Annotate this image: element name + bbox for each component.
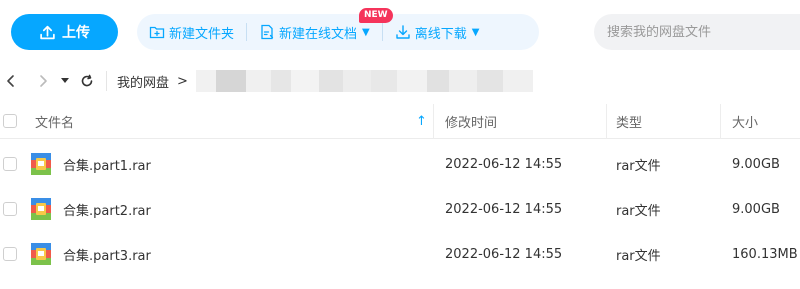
search-input[interactable] [607,24,787,40]
new-online-doc-label: 新建在线文档 [279,26,358,42]
file-type: rar文件 [616,249,661,264]
file-type: rar文件 [616,159,661,174]
file-modified: 2022-06-12 14:55 [445,247,563,262]
rar-archive-icon [31,243,51,265]
download-icon [396,25,410,39]
row-checkbox[interactable] [3,247,17,261]
upload-icon [40,25,55,39]
sort-up-arrow-icon[interactable]: ↑ [416,114,427,129]
column-divider [720,104,721,139]
column-header-name[interactable]: 文件名 [35,112,74,131]
row-checkbox[interactable] [3,157,17,171]
file-size: 9.00GB [732,157,780,172]
upload-label: 上传 [62,25,90,41]
new-doc-icon [261,24,274,40]
new-folder-button[interactable]: 新建文件夹 [137,14,246,50]
column-header-type[interactable]: 类型 [616,112,642,131]
column-header-modified[interactable]: 修改时间 [445,112,497,131]
file-name[interactable]: 合集.part3.rar [63,245,151,264]
breadcrumb-path-redacted [195,69,533,93]
history-dropdown-icon[interactable] [56,70,74,92]
file-table: 文件名 ↑ 修改时间 类型 大小 合集.part1.rar 2022-06-12… [0,104,800,277]
toolbar: 上传 新建文件夹 新建在线文档 ▼ 离线下载 ▼ NEW [0,0,800,64]
new-folder-label: 新建文件夹 [169,26,235,42]
table-row[interactable]: 合集.part2.rar 2022-06-12 14:55 rar文件 9.00… [0,187,800,232]
back-arrow-icon[interactable] [0,70,22,92]
table-row[interactable]: 合集.part1.rar 2022-06-12 14:55 rar文件 9.00… [0,142,800,187]
column-divider [606,104,607,139]
caret-down-icon: ▼ [362,26,370,38]
rar-archive-icon [31,198,51,220]
column-header-size[interactable]: 大小 [732,112,758,131]
breadcrumb-divider [106,71,107,91]
rar-archive-icon [31,153,51,175]
file-size: 160.13MB [732,247,798,262]
search-box[interactable] [594,14,800,50]
file-size: 9.00GB [732,202,780,217]
table-header: 文件名 ↑ 修改时间 类型 大小 [0,104,800,139]
new-badge: NEW [359,8,393,23]
row-checkbox[interactable] [3,202,17,216]
new-folder-icon [149,26,165,39]
column-divider [433,104,434,139]
breadcrumb-root[interactable]: 我的网盘 [117,72,169,91]
upload-button[interactable]: 上传 [11,14,118,50]
forward-arrow-icon[interactable] [32,70,54,92]
create-tools-group: 新建文件夹 新建在线文档 ▼ 离线下载 ▼ [137,14,539,50]
file-modified: 2022-06-12 14:55 [445,157,563,172]
refresh-icon[interactable] [76,70,98,92]
breadcrumb-bar: 我的网盘 > [0,64,800,98]
select-all-checkbox[interactable] [3,114,17,128]
file-type: rar文件 [616,204,661,219]
breadcrumb-separator: > [177,73,188,89]
table-row[interactable]: 合集.part3.rar 2022-06-12 14:55 rar文件 160.… [0,232,800,277]
caret-down-icon: ▼ [471,26,480,38]
file-modified: 2022-06-12 14:55 [445,202,563,217]
file-name[interactable]: 合集.part1.rar [63,155,151,174]
offline-download-button[interactable]: 离线下载 ▼ [383,14,492,50]
offline-download-label: 离线下载 [414,26,467,42]
file-name[interactable]: 合集.part2.rar [63,200,151,219]
